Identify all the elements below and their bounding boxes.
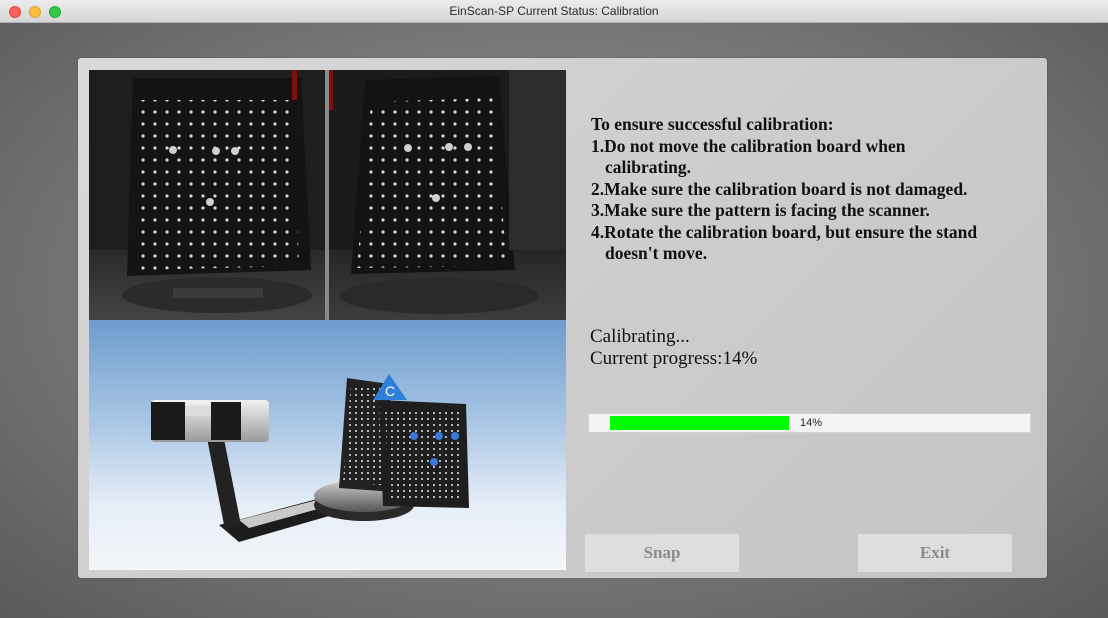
instruction-item-2: 2.Make sure the calibration board is not… <box>591 178 968 199</box>
status-state-text: Calibrating... <box>590 326 690 347</box>
progress-bar: 14% <box>588 413 1031 433</box>
instruction-item-4-cont: doesn't move. <box>605 243 708 263</box>
progress-bar-fill <box>610 416 789 430</box>
instruction-item-3: 3.Make sure the pattern is facing the sc… <box>591 200 930 220</box>
window-title: EinScan-SP Current Status: Calibration <box>449 4 659 18</box>
exit-button[interactable]: Exit <box>858 534 1012 572</box>
calibration-instructions: To ensure successful calibration: 1.Do n… <box>591 114 1031 265</box>
calibration-badge-letter: C <box>385 383 395 399</box>
instructions-heading: To ensure successful calibration: <box>591 114 834 134</box>
instruction-item-1-cont: calibrating. <box>605 157 692 177</box>
calibration-status: Calibrating... Current progress:14% <box>590 326 757 370</box>
instruction-item-1: 1.Do not move the calibration board when <box>591 135 906 156</box>
camera-view-right <box>329 70 566 320</box>
snap-button[interactable]: Snap <box>585 534 739 572</box>
app-window: EinScan-SP Current Status: Calibration C… <box>0 0 1108 618</box>
instruction-item-4: 4.Rotate the calibration board, but ensu… <box>591 221 978 242</box>
calibration-board-left-image <box>89 70 325 320</box>
status-progress-text: Current progress:14% <box>590 348 758 369</box>
scanner-preview-illustration: C <box>89 320 566 570</box>
progress-bar-label: 14% <box>800 417 823 429</box>
calibration-panel: C To ensure successful calibration: 1.Do… <box>78 58 1047 578</box>
scanner-setup-image: C <box>151 374 469 542</box>
title-bar: EinScan-SP Current Status: Calibration <box>0 0 1108 23</box>
camera-view-left <box>89 70 325 320</box>
calibration-board-right-image <box>329 70 566 320</box>
